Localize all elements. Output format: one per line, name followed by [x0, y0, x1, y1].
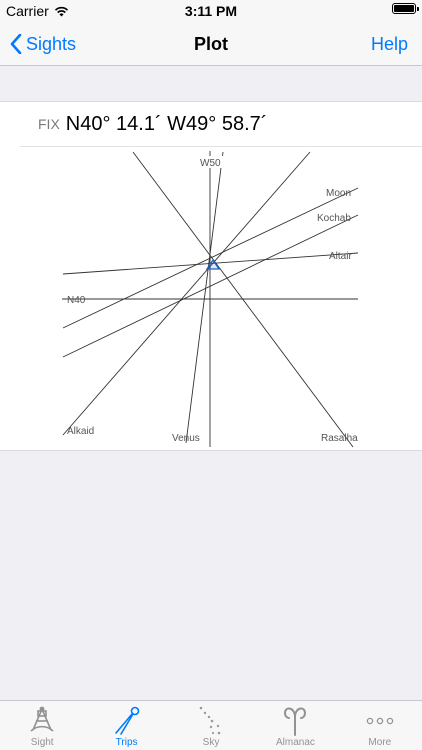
constellation-icon: [199, 706, 221, 735]
lop-moon: [62, 187, 359, 329]
meridian-label: W50: [200, 158, 221, 169]
tab-trips[interactable]: Trips: [84, 701, 168, 750]
help-button[interactable]: Help: [371, 22, 408, 66]
lop-label-altair: Altair: [329, 251, 352, 262]
tab-label-sight: Sight: [30, 737, 54, 748]
tab-sky[interactable]: Sky: [169, 701, 253, 750]
navigation-bar: Sights Plot Help: [0, 22, 422, 66]
tab-more[interactable]: More: [338, 701, 422, 750]
tab-label-trips: Trips: [115, 737, 138, 748]
status-bar: Carrier 3:11 PM: [0, 0, 422, 22]
compass-divider-icon: [114, 706, 139, 735]
tab-sight[interactable]: Sight: [0, 701, 84, 750]
lop-label-moon: Moon: [326, 188, 351, 199]
lop-kochab: [62, 214, 359, 358]
tab-label-almanac: Almanac: [275, 737, 315, 748]
parallel-label: N40: [67, 295, 86, 306]
status-time: 3:11 PM: [184, 3, 238, 19]
back-button[interactable]: Sights: [10, 22, 76, 66]
lop-label-kochab: Kochab: [317, 213, 351, 224]
fix-label: FIX: [38, 116, 60, 132]
tab-label-sky: Sky: [202, 737, 220, 748]
tab-almanac[interactable]: Almanac: [253, 701, 337, 750]
lop-alkaid: [62, 151, 311, 436]
lop-rasalhague: [132, 151, 354, 448]
plot-panel: FIX N40° 14.1´ W49° 58.7´ W50 N40 Moon K…: [0, 101, 422, 451]
lop-label-venus: Venus: [172, 433, 200, 444]
tab-bar: Sight Trips Sky Almanac More: [0, 700, 422, 750]
chevron-left-icon: [10, 34, 22, 54]
fix-row: FIX N40° 14.1´ W49° 58.7´: [20, 102, 422, 147]
lop-label-rasalhague: Rasalha: [321, 433, 358, 444]
status-right: [392, 3, 419, 14]
sextant-icon: [30, 706, 54, 732]
aries-icon: [284, 707, 307, 736]
lop-label-alkaid: Alkaid: [67, 426, 94, 437]
fix-value: N40° 14.1´ W49° 58.7´: [65, 112, 268, 135]
more-dots-icon: [366, 717, 394, 725]
battery-icon: [392, 3, 419, 14]
position-plot[interactable]: W50 N40 Moon Kochab Altair Alkaid Venus …: [0, 147, 422, 451]
tab-label-more: More: [368, 737, 392, 748]
back-button-label: Sights: [26, 33, 77, 54]
lop-venus: [185, 151, 224, 444]
